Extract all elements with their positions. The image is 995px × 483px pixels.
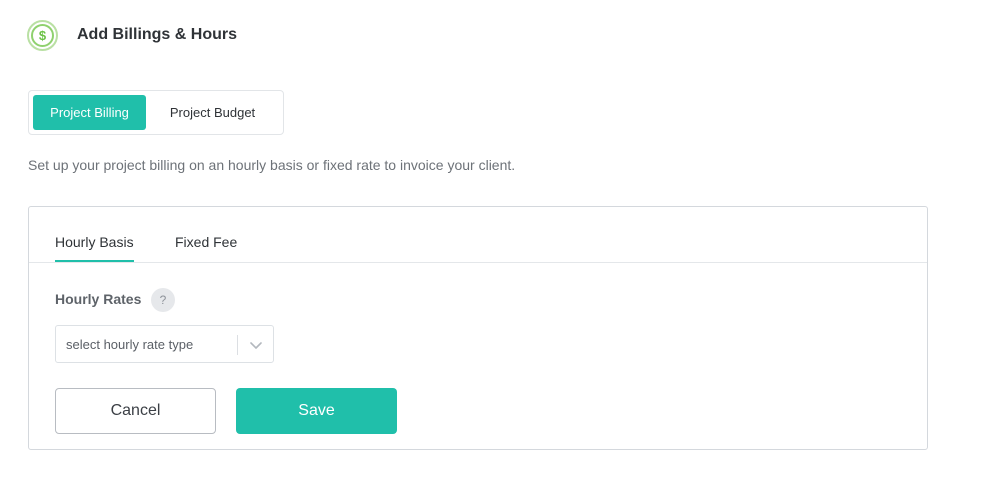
- select-separator: [237, 335, 238, 355]
- hourly-rate-type-select[interactable]: select hourly rate type: [55, 325, 274, 363]
- save-button[interactable]: Save: [236, 388, 397, 434]
- help-icon[interactable]: ?: [151, 288, 175, 312]
- hourly-rates-label: Hourly Rates: [55, 291, 142, 307]
- page-header: $ Add Billings & Hours: [27, 19, 237, 51]
- tab-hourly-basis[interactable]: Hourly Basis: [55, 234, 134, 262]
- billing-page: $ Add Billings & Hours Project Billing P…: [0, 0, 995, 483]
- cancel-button[interactable]: Cancel: [55, 388, 216, 434]
- tab-fixed-fee[interactable]: Fixed Fee: [175, 234, 237, 260]
- project-billing-button[interactable]: Project Billing: [33, 95, 147, 130]
- dollar-circle-icon: $: [27, 19, 58, 51]
- billing-description: Set up your project billing on an hourly…: [28, 157, 516, 173]
- project-budget-button[interactable]: Project Budget: [146, 95, 279, 130]
- billing-type-switch: Project Billing Project Budget: [28, 90, 284, 135]
- chevron-down-icon: [250, 342, 262, 349]
- billing-card: Hourly Basis Fixed Fee Hourly Rates ? se…: [28, 206, 928, 450]
- select-placeholder: select hourly rate type: [66, 337, 194, 352]
- page-title: Add Billings & Hours: [77, 26, 237, 43]
- billing-tabs: Hourly Basis Fixed Fee: [29, 207, 927, 263]
